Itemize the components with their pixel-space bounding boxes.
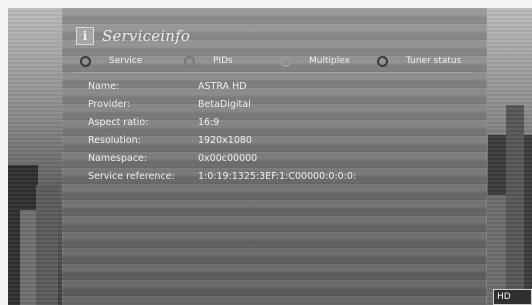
- radio-icon: [80, 55, 91, 67]
- info-key: Provider:: [88, 99, 131, 110]
- info-key: Aspect ratio:: [88, 117, 149, 128]
- page-title: Serviceinfo: [102, 27, 191, 45]
- info-value: 16:9: [198, 117, 220, 128]
- radio-icon: [184, 55, 195, 67]
- info-value: 1:0:19:1325:3EF:1:C00000:0:0:0:: [198, 171, 357, 182]
- info-key: Service reference:: [88, 171, 175, 182]
- tv-screen: i Serviceinfo Service PIDs Multiplex Tun…: [8, 8, 532, 305]
- info-value: 1920x1080: [198, 135, 252, 146]
- tab-multiplex[interactable]: Multiplex: [280, 55, 350, 67]
- tab-label: Service: [109, 56, 143, 66]
- divider: [74, 72, 474, 73]
- title-row: i Serviceinfo: [76, 26, 190, 46]
- tab-label: Multiplex: [309, 56, 350, 66]
- radio-icon: [280, 55, 291, 67]
- tab-label: PIDs: [213, 56, 233, 66]
- info-value: ASTRA HD: [198, 81, 247, 92]
- serviceinfo-panel: i Serviceinfo Service PIDs Multiplex Tun…: [62, 8, 487, 305]
- info-icon: i: [76, 27, 94, 45]
- info-key: Resolution:: [88, 135, 141, 146]
- tab-label: Tuner status: [406, 56, 462, 66]
- info-key: Name:: [88, 81, 120, 92]
- info-value: BetaDigital: [198, 99, 251, 110]
- hd-badge: HD: [493, 289, 532, 305]
- radio-icon: [377, 55, 388, 67]
- tab-pids[interactable]: PIDs: [184, 55, 233, 67]
- tab-service[interactable]: Service: [80, 55, 143, 67]
- tab-bar: Service PIDs Multiplex Tuner status: [80, 53, 475, 69]
- tab-tuner-status[interactable]: Tuner status: [377, 55, 462, 67]
- info-value: 0x00c00000: [198, 153, 258, 164]
- info-key: Namespace:: [88, 153, 148, 164]
